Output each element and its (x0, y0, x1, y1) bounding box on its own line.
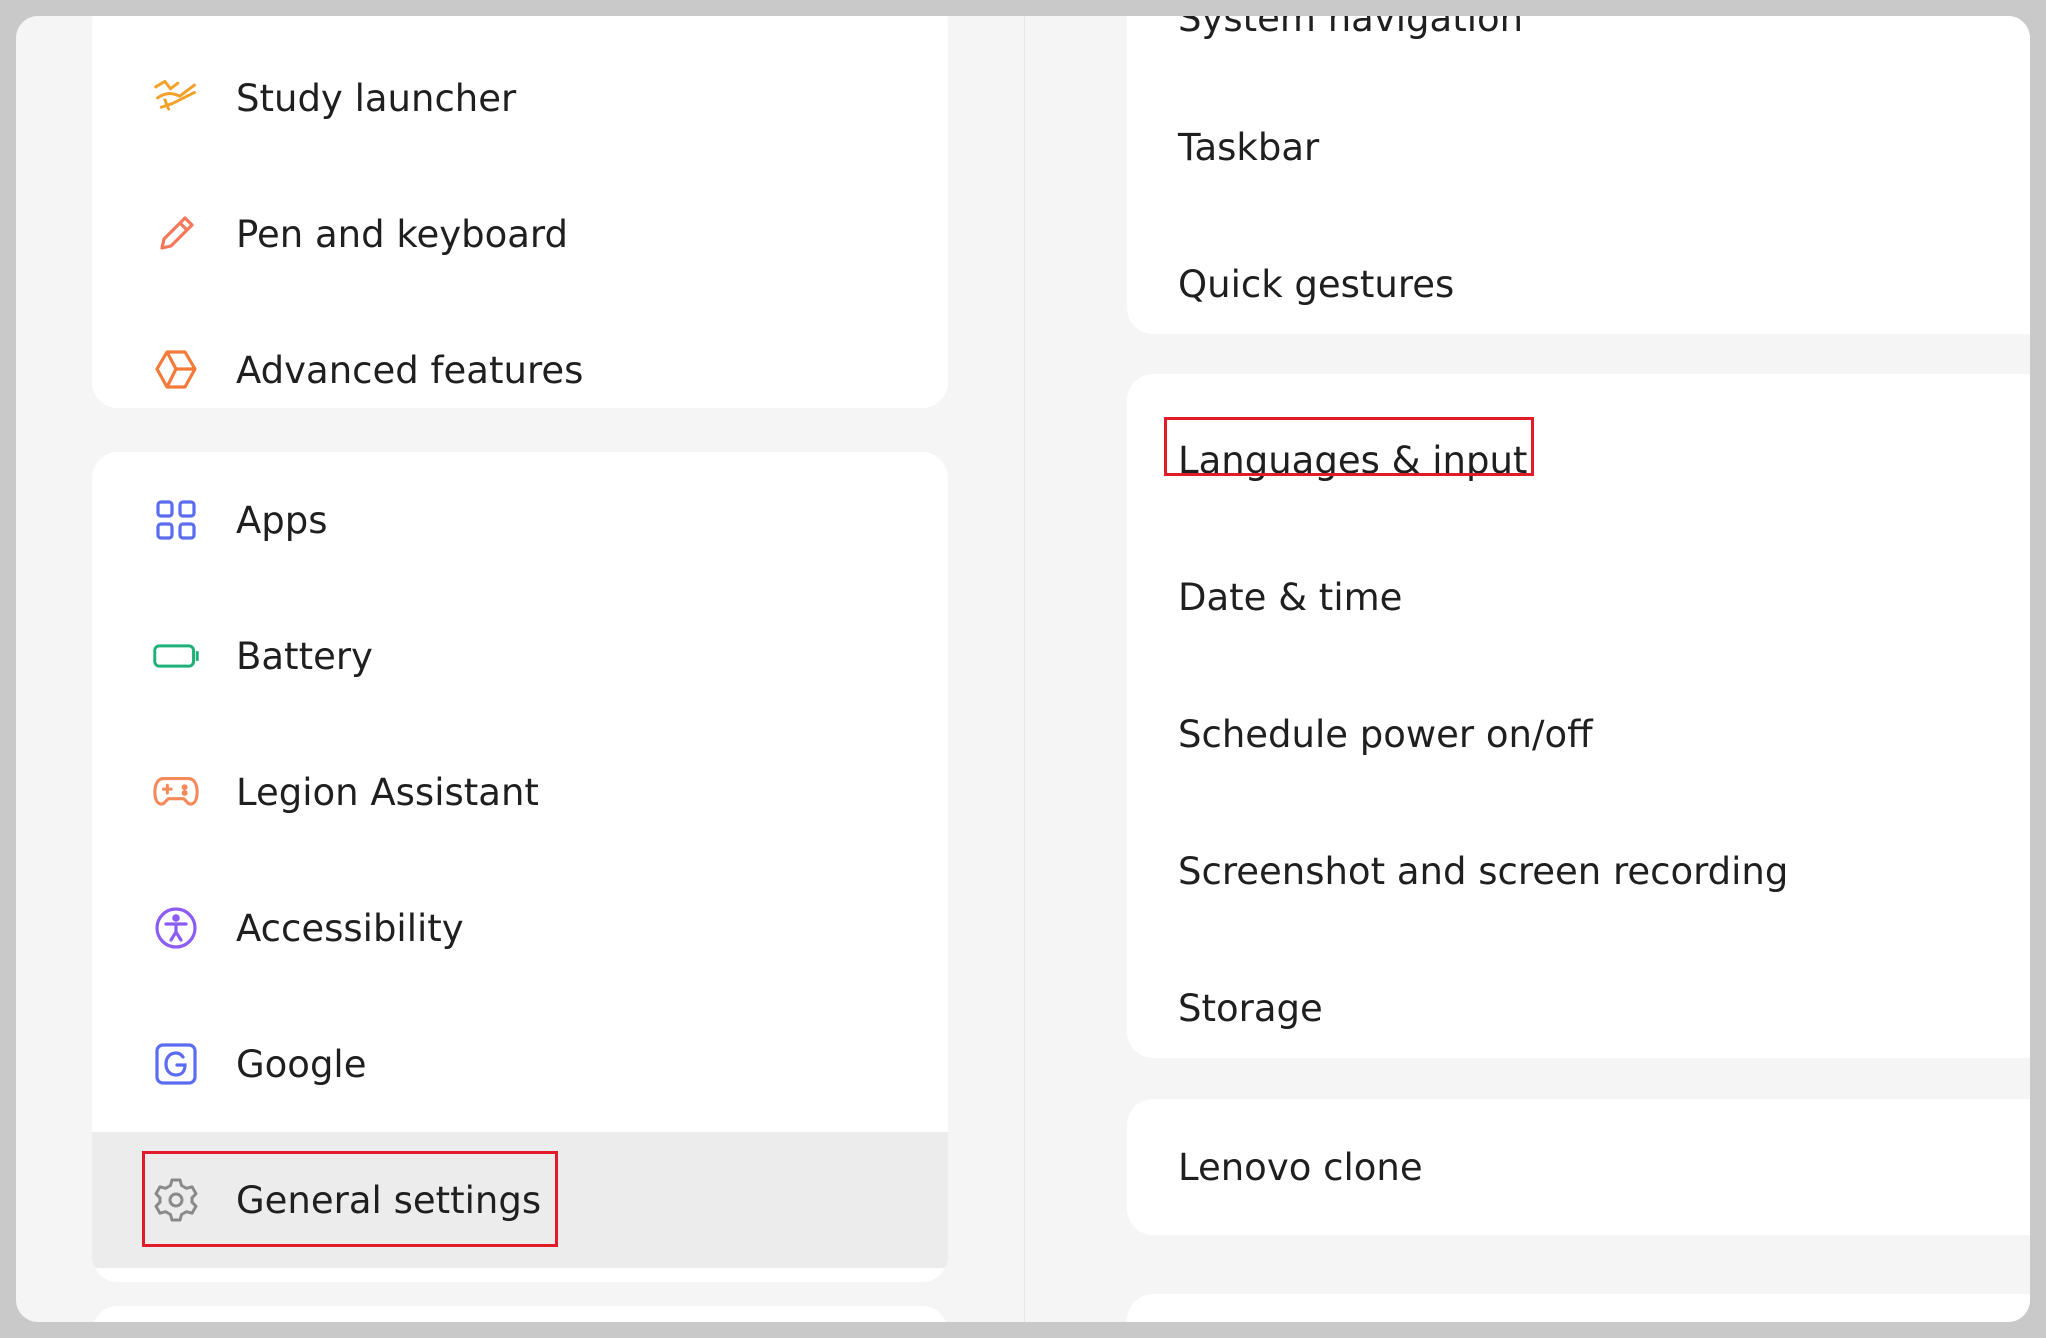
google-icon (152, 1040, 200, 1088)
sidebar: Study launcher Pen and keyboard Advanced… (16, 16, 1024, 1322)
sidebar-item-label: Google (236, 1042, 367, 1086)
settings-item-date-time[interactable]: Date & time (1127, 529, 2030, 665)
accessibility-icon (152, 904, 200, 952)
sidebar-item-label: Battery (236, 634, 373, 678)
sidebar-item-advanced-features[interactable]: Advanced features (92, 302, 948, 408)
highlight-box (1164, 417, 1534, 476)
highlight-box (142, 1151, 558, 1247)
sidebar-item-label: Advanced features (236, 348, 584, 392)
settings-item-label: Screenshot and screen recording (1178, 849, 1789, 893)
settings-item-system-navigation[interactable]: System navigation (1127, 16, 2030, 86)
sidebar-item-label: Apps (236, 498, 328, 542)
settings-item-label: Quick gestures (1178, 262, 1455, 306)
sidebar-item-apps[interactable]: Apps (92, 452, 948, 588)
settings-group-4 (1127, 1294, 2030, 1322)
cube-icon (152, 346, 200, 394)
sidebar-item-label: Study launcher (236, 76, 517, 120)
sidebar-item-label: Accessibility (236, 906, 464, 950)
settings-item-taskbar[interactable]: Taskbar (1127, 79, 2030, 215)
sidebar-group-3 (92, 1306, 948, 1322)
settings-item-label: Storage (1178, 986, 1323, 1030)
sidebar-item-study-launcher[interactable]: Study launcher (92, 30, 948, 166)
pen-icon (152, 210, 200, 258)
sidebar-item-google[interactable]: Google (92, 996, 948, 1132)
settings-item-storage[interactable]: Storage (1127, 940, 2030, 1058)
apps-grid-icon (152, 496, 200, 544)
sidebar-item-label: Pen and keyboard (236, 212, 568, 256)
sidebar-item-legion-assistant[interactable]: Legion Assistant (92, 724, 948, 860)
sidebar-item-pen-and-keyboard[interactable]: Pen and keyboard (92, 166, 948, 302)
sidebar-group-1: Study launcher Pen and keyboard Advanced… (92, 16, 948, 408)
main-content: System navigation Taskbar Quick gestures… (1025, 16, 2030, 1322)
settings-item-label: Lenovo clone (1178, 1145, 1423, 1189)
settings-item-label: Taskbar (1178, 125, 1320, 169)
settings-item-lenovo-clone[interactable]: Lenovo clone (1127, 1099, 2030, 1235)
settings-item-label: Schedule power on/off (1178, 712, 1593, 756)
sidebar-item-battery[interactable]: Battery (92, 588, 948, 724)
settings-item-schedule-power[interactable]: Schedule power on/off (1127, 666, 2030, 802)
settings-group-2: Languages & input Date & time Schedule p… (1127, 374, 2030, 1058)
settings-group-1: System navigation Taskbar Quick gestures (1127, 16, 2030, 334)
sidebar-item-label: Legion Assistant (236, 770, 539, 814)
study-launcher-icon (152, 74, 200, 122)
battery-icon (152, 632, 200, 680)
settings-item-quick-gestures[interactable]: Quick gestures (1127, 216, 2030, 334)
settings-item-label: System navigation (1178, 16, 1524, 40)
settings-item-label: Date & time (1178, 575, 1403, 619)
settings-item-screenshot-recording[interactable]: Screenshot and screen recording (1127, 803, 2030, 939)
sidebar-item-accessibility[interactable]: Accessibility (92, 860, 948, 996)
settings-window: Study launcher Pen and keyboard Advanced… (16, 16, 2030, 1322)
settings-group-3: Lenovo clone (1127, 1099, 2030, 1235)
gamepad-icon (152, 768, 200, 816)
